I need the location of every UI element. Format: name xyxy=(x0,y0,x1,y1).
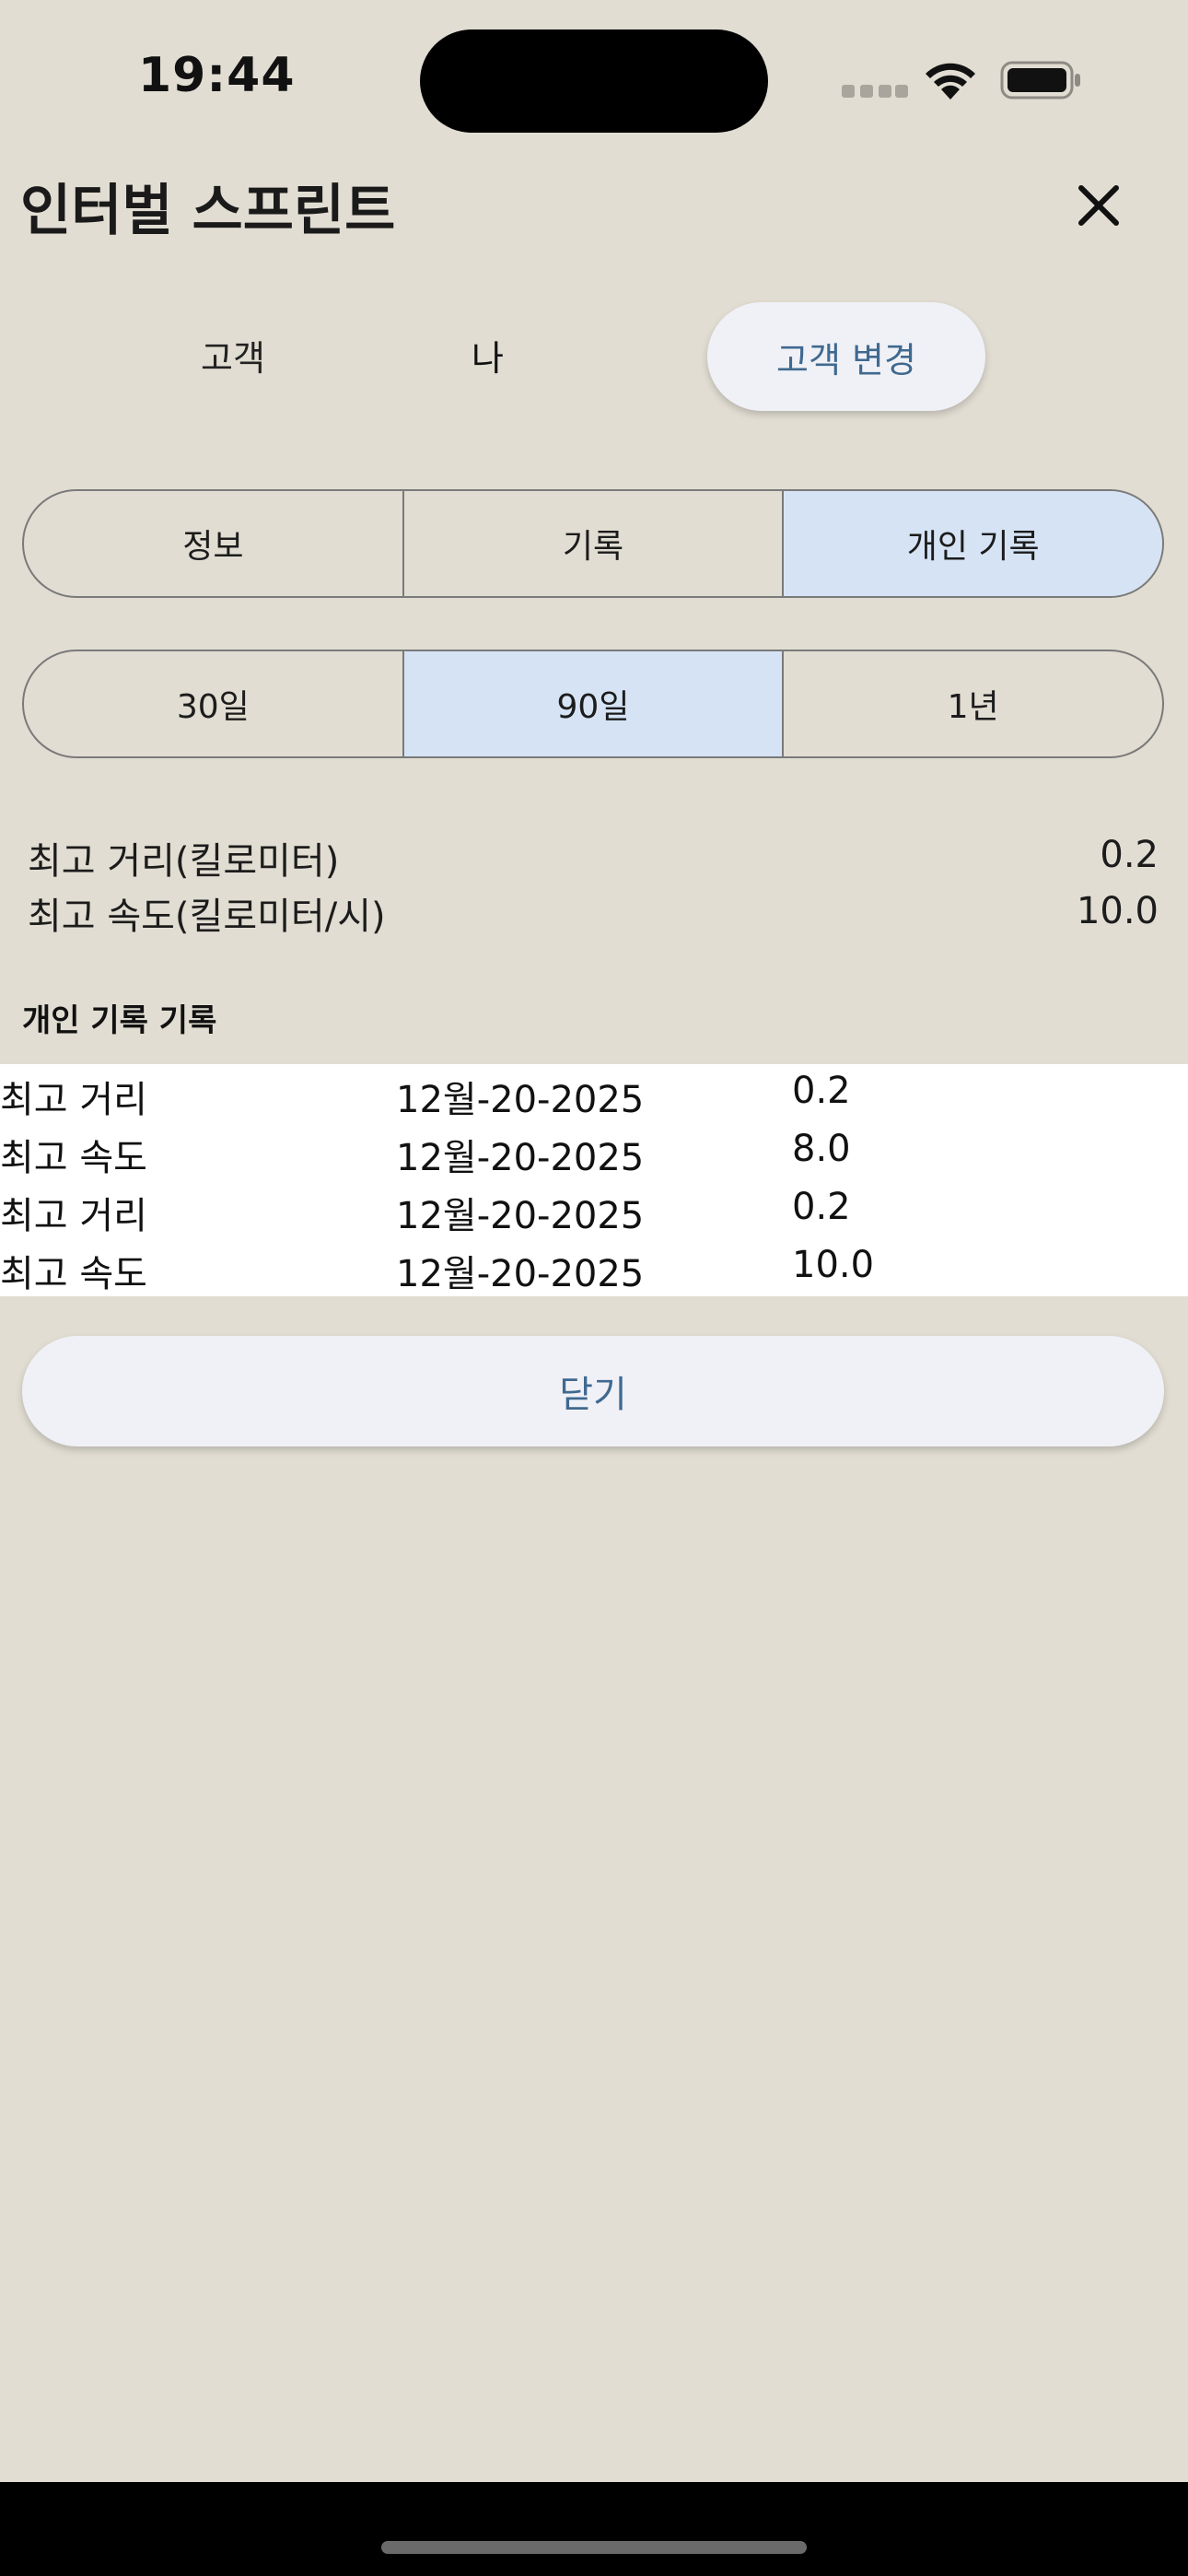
records-section-title: 개인 기록 기록 xyxy=(22,1002,217,1039)
period-segmented-control: 30일 90일 1년 xyxy=(22,650,1164,758)
record-date: 12월-20-2025 xyxy=(396,1137,645,1179)
home-bar-area xyxy=(0,2482,1188,2576)
record-date: 12월-20-2025 xyxy=(396,1079,645,1121)
change-client-button[interactable]: 고객 변경 xyxy=(707,302,985,411)
best-distance-value: 0.2 xyxy=(1100,834,1159,876)
records-table: 최고 거리 12월-20-2025 0.2 최고 속도 12월-20-2025 … xyxy=(0,1064,1188,1296)
battery-icon xyxy=(1000,61,1083,100)
table-row: 최고 거리 12월-20-2025 0.2 xyxy=(0,1064,1188,1122)
tab-segmented-control: 정보 기록 개인 기록 xyxy=(22,489,1164,598)
close-sheet-button[interactable]: 닫기 xyxy=(22,1336,1164,1446)
record-date: 12월-20-2025 xyxy=(396,1253,645,1295)
record-type: 최고 거리 xyxy=(0,1195,147,1237)
record-value: 0.2 xyxy=(792,1070,851,1112)
record-value: 8.0 xyxy=(792,1128,851,1170)
client-label: 고객 xyxy=(201,338,265,379)
tab-personal-records[interactable]: 개인 기록 xyxy=(782,491,1162,596)
table-row: 최고 속도 12월-20-2025 10.0 xyxy=(0,1238,1188,1296)
record-type: 최고 속도 xyxy=(0,1253,147,1295)
status-time: 19:44 xyxy=(138,48,296,103)
table-row: 최고 속도 12월-20-2025 8.0 xyxy=(0,1122,1188,1180)
page-title: 인터벌 스프린트 xyxy=(20,179,396,243)
tab-info[interactable]: 정보 xyxy=(24,491,402,596)
wifi-icon xyxy=(921,57,980,101)
cellular-signal-icon xyxy=(842,85,908,98)
record-value: 10.0 xyxy=(792,1244,875,1286)
record-type: 최고 거리 xyxy=(0,1079,147,1121)
period-1-year[interactable]: 1년 xyxy=(782,651,1162,756)
best-speed-value: 10.0 xyxy=(1076,890,1159,932)
record-date: 12월-20-2025 xyxy=(396,1195,645,1237)
period-90-days[interactable]: 90일 xyxy=(402,651,783,756)
close-button[interactable] xyxy=(1068,175,1129,236)
record-value: 0.2 xyxy=(792,1186,851,1228)
dynamic-island xyxy=(420,29,768,133)
client-name: 나 xyxy=(472,338,504,379)
home-indicator[interactable] xyxy=(381,2541,807,2554)
record-type: 최고 속도 xyxy=(0,1137,147,1179)
tab-history[interactable]: 기록 xyxy=(402,491,783,596)
close-icon xyxy=(1078,185,1119,226)
table-row: 최고 거리 12월-20-2025 0.2 xyxy=(0,1180,1188,1238)
best-speed-label: 최고 속도(킬로미터/시) xyxy=(28,896,386,938)
period-30-days[interactable]: 30일 xyxy=(24,651,402,756)
best-distance-label: 최고 거리(킬로미터) xyxy=(28,840,340,883)
